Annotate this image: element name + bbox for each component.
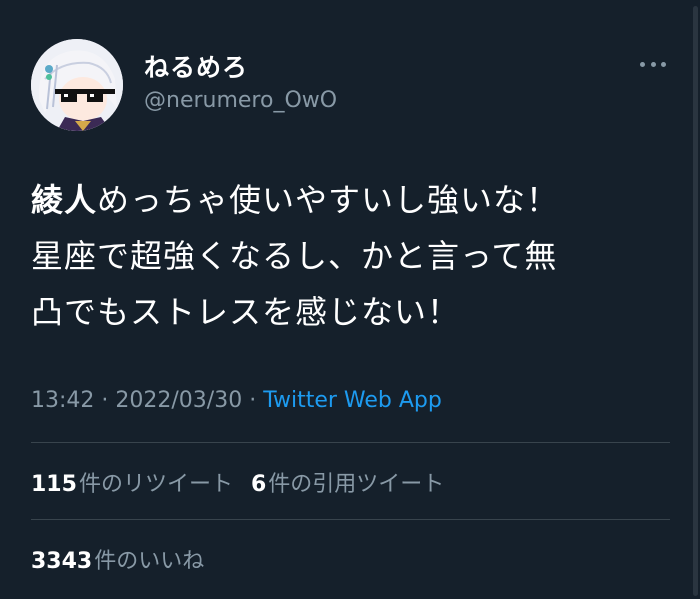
more-dot bbox=[650, 61, 656, 67]
engagement-row: 115件のリツイート 6件の引用ツイート bbox=[31, 466, 444, 498]
avatar[interactable] bbox=[31, 39, 123, 131]
quotes-count: 6 bbox=[250, 472, 267, 497]
tweet-text: 綾人めっちゃ使いやすいし強いな！ 星座で超強くなるし、かと言って無 凸でもストレ… bbox=[31, 172, 671, 340]
scrollbar[interactable] bbox=[693, 6, 698, 596]
meta-separator: · bbox=[94, 388, 116, 413]
likes-row: 3343件のいいね bbox=[31, 543, 204, 575]
divider bbox=[31, 442, 670, 443]
avatar-icon bbox=[31, 39, 123, 131]
more-dot bbox=[661, 61, 666, 67]
tweet-meta: 13:42 · 2022/03/30 · Twitter Web App bbox=[31, 388, 442, 413]
tweet-time[interactable]: 13:42 bbox=[31, 388, 94, 413]
quotes-label: 件の引用ツイート bbox=[268, 472, 445, 497]
tweet-text-bold: 綾人 bbox=[31, 181, 98, 219]
user-handle[interactable]: @nerumero_OwO bbox=[144, 88, 337, 113]
tweet-text-line-1-rest: めっちゃ使いやすいし強いな！ bbox=[97, 181, 560, 219]
tweet-text-line-3: 凸でもストレスを感じない！ bbox=[31, 293, 461, 331]
likes-count: 3343 bbox=[31, 549, 93, 574]
tweet-date[interactable]: 2022/03/30 bbox=[115, 388, 242, 413]
retweets-stat[interactable]: 115件のリツイート bbox=[31, 472, 233, 497]
tweet-detail: ねるめろ @nerumero_OwO 綾人めっちゃ使いやすいし強いな！ 星座で超… bbox=[0, 0, 700, 599]
tweet-text-line-1: 綾人めっちゃ使いやすいし強いな！ bbox=[31, 172, 671, 228]
meta-separator: · bbox=[242, 388, 264, 413]
tweet-source-link[interactable]: Twitter Web App bbox=[263, 388, 442, 413]
display-name[interactable]: ねるめろ bbox=[144, 48, 248, 84]
quotes-stat[interactable]: 6件の引用ツイート bbox=[251, 472, 444, 497]
retweets-label: 件のリツイート bbox=[78, 472, 233, 497]
likes-label: 件のいいね bbox=[94, 549, 205, 574]
divider bbox=[31, 519, 670, 520]
more-options-icon[interactable] bbox=[636, 52, 670, 76]
more-dot bbox=[640, 61, 645, 67]
retweets-count: 115 bbox=[31, 472, 77, 497]
likes-stat[interactable]: 3343件のいいね bbox=[31, 549, 204, 574]
tweet-text-line-2: 星座で超強くなるし、かと言って無 bbox=[31, 237, 558, 275]
